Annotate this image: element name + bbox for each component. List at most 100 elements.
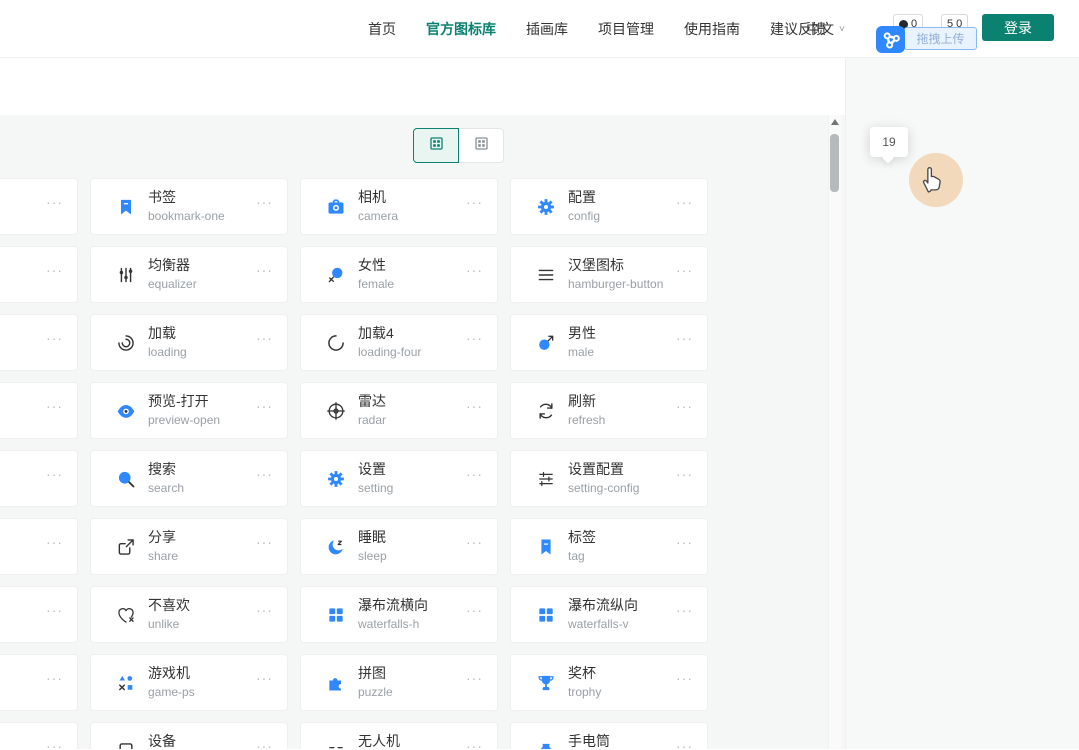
more-icon[interactable]: ··· [466, 602, 483, 618]
search-icon [116, 469, 136, 489]
view-toggle-card-view[interactable] [413, 128, 459, 163]
more-icon[interactable]: ··· [46, 262, 63, 278]
icon-subtitle: setting-config [568, 481, 639, 495]
more-icon[interactable]: ··· [256, 602, 273, 618]
more-icon[interactable]: ··· [676, 262, 693, 278]
more-icon[interactable]: ··· [466, 262, 483, 278]
nav-item[interactable]: 项目管理 [598, 19, 654, 39]
more-icon[interactable]: ··· [676, 534, 693, 550]
icon-card-waterfalls-v[interactable]: 瀑布流纵向waterfalls-v··· [510, 586, 708, 643]
icon-card-loading-four[interactable]: 加载4loading-four··· [300, 314, 498, 371]
icon-card-unlike[interactable]: 不喜欢unlike··· [90, 586, 288, 643]
loading-four-icon [326, 333, 346, 353]
logo-circles-icon [880, 30, 901, 50]
more-icon[interactable]: ··· [256, 194, 273, 210]
more-icon[interactable]: ··· [676, 602, 693, 618]
scrollbar[interactable] [828, 115, 841, 749]
login-button[interactable]: 登录 [982, 14, 1054, 41]
more-icon[interactable]: ··· [46, 534, 63, 550]
drone-icon [326, 741, 346, 749]
drag-upload-zone[interactable]: 拖拽上传 [904, 27, 977, 50]
icon-card[interactable]: ··· [0, 450, 78, 507]
icon-subtitle: search [148, 481, 184, 495]
icon-card-hamburger-button[interactable]: 汉堡图标hamburger-button··· [510, 246, 708, 303]
nav-item[interactable]: 使用指南 [684, 19, 740, 39]
icon-card-radar[interactable]: 雷达radar··· [300, 382, 498, 439]
icon-card-sleep[interactable]: 睡眠sleep··· [300, 518, 498, 575]
icon-card-trophy[interactable]: 奖杯trophy··· [510, 654, 708, 711]
more-icon[interactable]: ··· [256, 534, 273, 550]
icon-title: 书签 [148, 187, 176, 207]
icon-card-waterfalls-h[interactable]: 瀑布流横向waterfalls-h··· [300, 586, 498, 643]
more-icon[interactable]: ··· [466, 330, 483, 346]
icon-card-setting[interactable]: 设置setting··· [300, 450, 498, 507]
icon-title: 相机 [358, 187, 386, 207]
icon-subtitle: unlike [148, 617, 179, 631]
more-icon[interactable]: ··· [256, 466, 273, 482]
more-icon[interactable]: ··· [676, 670, 693, 686]
more-icon[interactable]: ··· [256, 738, 273, 749]
more-icon[interactable]: ··· [46, 670, 63, 686]
icon-card[interactable]: ··· [0, 246, 78, 303]
icon-card[interactable]: e-one··· [0, 382, 78, 439]
more-icon[interactable]: ··· [466, 194, 483, 210]
more-icon[interactable]: ··· [46, 602, 63, 618]
icon-card-puzzle[interactable]: 拼图puzzle··· [300, 654, 498, 711]
more-icon[interactable]: ··· [256, 262, 273, 278]
more-icon[interactable]: ··· [466, 466, 483, 482]
icon-card-preview-open[interactable]: 预览-打开preview-open··· [90, 382, 288, 439]
icon-card-bookmark-one[interactable]: 书签 bookmark-one ··· [90, 178, 288, 235]
icon-card[interactable]: ··· [0, 654, 78, 711]
more-icon[interactable]: ··· [676, 398, 693, 414]
icon-card-setting-config[interactable]: 设置配置setting-config··· [510, 450, 708, 507]
icon-card-device[interactable]: 设备··· [90, 722, 288, 749]
more-icon[interactable]: ··· [676, 330, 693, 346]
icon-card-equalizer[interactable]: 均衡器equalizer··· [90, 246, 288, 303]
icon-title: 奖杯 [568, 663, 596, 683]
more-icon[interactable]: ··· [676, 466, 693, 482]
icon-subtitle: bookmark-one [148, 209, 225, 223]
icon-card-share[interactable]: 分享share··· [90, 518, 288, 575]
icon-card-flashlight[interactable]: 手电筒··· [510, 722, 708, 749]
iconpark-logo[interactable] [876, 26, 905, 53]
more-icon[interactable]: ··· [46, 738, 63, 749]
icon-card-refresh[interactable]: 刷新refresh··· [510, 382, 708, 439]
more-icon[interactable]: ··· [676, 738, 693, 749]
more-icon[interactable]: ··· [46, 398, 63, 414]
icon-card-camera[interactable]: 相机camera··· [300, 178, 498, 235]
icon-title: 无人机 [358, 731, 400, 749]
view-toggle-grid-view[interactable] [459, 128, 504, 163]
more-icon[interactable]: ··· [256, 330, 273, 346]
icon-card[interactable]: ··· [0, 586, 78, 643]
more-icon[interactable]: ··· [466, 398, 483, 414]
icon-card-loading[interactable]: 加载loading··· [90, 314, 288, 371]
more-icon[interactable]: ··· [256, 670, 273, 686]
icon-card-tag[interactable]: 标签tag··· [510, 518, 708, 575]
nav-item[interactable]: 官方图标库 [426, 19, 496, 39]
scrollbar-thumb[interactable] [830, 134, 839, 192]
scrollbar-up-arrow-icon[interactable] [831, 119, 839, 125]
more-icon[interactable]: ··· [466, 534, 483, 550]
icon-card[interactable]: ··· [0, 314, 78, 371]
icon-card[interactable]: ··· [0, 722, 78, 749]
more-icon[interactable]: ··· [466, 670, 483, 686]
more-icon[interactable]: ··· [46, 330, 63, 346]
more-icon[interactable]: ··· [46, 194, 63, 210]
more-icon[interactable]: ··· [256, 398, 273, 414]
icon-card-female[interactable]: 女性female··· [300, 246, 498, 303]
nav-item[interactable]: 插画库 [526, 19, 568, 39]
flashlight-icon [536, 741, 556, 749]
icon-card-game-ps[interactable]: 游戏机game-ps··· [90, 654, 288, 711]
icon-card-male[interactable]: 男性male··· [510, 314, 708, 371]
icon-card[interactable]: ··· [0, 178, 78, 235]
nav-item[interactable]: 首页 [368, 19, 396, 39]
more-icon[interactable]: ··· [46, 466, 63, 482]
more-icon[interactable]: ··· [676, 194, 693, 210]
icon-card-config[interactable]: 配置config··· [510, 178, 708, 235]
icon-card[interactable]: ··· [0, 518, 78, 575]
icon-title: 分享 [148, 527, 176, 547]
language-selector[interactable]: 中文 ˅ [806, 0, 845, 58]
icon-card-search[interactable]: 搜索search··· [90, 450, 288, 507]
more-icon[interactable]: ··· [466, 738, 483, 749]
icon-card-drone[interactable]: 无人机 ··· [300, 722, 498, 749]
